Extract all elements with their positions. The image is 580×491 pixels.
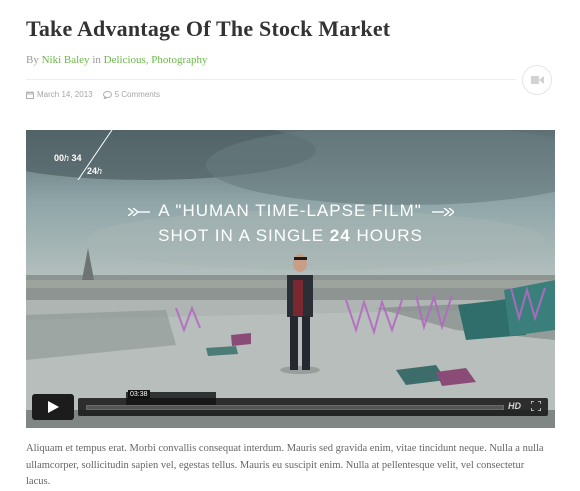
calendar-icon [26,90,34,99]
byline-divider [26,79,516,80]
play-button[interactable] [32,394,74,420]
control-bar: 03:38 HD [78,390,548,416]
category-separator: , [145,54,149,66]
video-headline-line-2: SHOT IN A SINGLE 24 HOURS [158,226,423,245]
video-camera-icon [530,76,544,84]
hd-toggle[interactable]: HD [508,401,521,411]
post-excerpt: Aliquam et tempus erat. Morbi convallis … [26,443,544,487]
video-controls: 03:38 HD [26,390,555,422]
video-player[interactable]: 00h 34 24h A "HUMAN TIME-LAPSE FILM" SHO… [26,130,555,428]
arrow-left-decoration [127,206,150,217]
fullscreen-icon[interactable] [531,401,541,411]
play-icon [47,401,59,413]
video-headline-line-1: A "HUMAN TIME-LAPSE FILM" [26,201,555,221]
post-date: March 14, 2013 [37,90,93,99]
author-link[interactable]: Niki Baley [42,54,90,66]
post-title[interactable]: Take Advantage Of The Stock Market [26,16,390,42]
category-link-photography[interactable]: Photography [151,54,207,66]
post-format-badge [522,65,552,95]
arrow-right-decoration [431,206,455,217]
post-meta: March 14, 2013 5 Comments [26,90,160,99]
by-label: By [26,54,39,66]
progress-track[interactable] [86,405,504,410]
comments-link[interactable]: 5 Comments [115,90,160,99]
current-time-tooltip: 03:38 [128,390,150,399]
video-timestamp: 00h 34 24h [54,153,103,176]
post-byline: By Niki Baley in Delicious, Photography [26,54,208,66]
comment-bubble-icon [102,90,112,99]
category-link-delicious[interactable]: Delicious [104,54,146,66]
in-label: in [92,54,101,66]
